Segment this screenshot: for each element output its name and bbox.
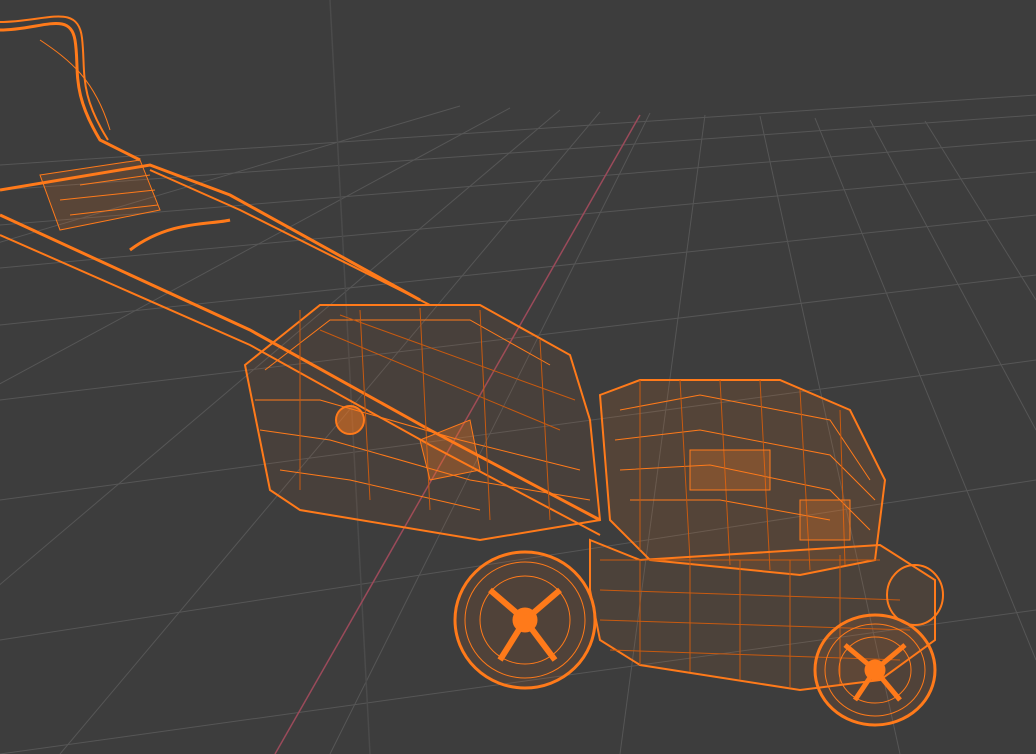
lawn-mower-icon[interactable] xyxy=(0,15,944,727)
front-wheel xyxy=(813,613,937,727)
viewport-canvas[interactable] xyxy=(0,0,1036,754)
3d-viewport[interactable] xyxy=(0,0,1036,754)
rear-wheel xyxy=(453,550,597,690)
